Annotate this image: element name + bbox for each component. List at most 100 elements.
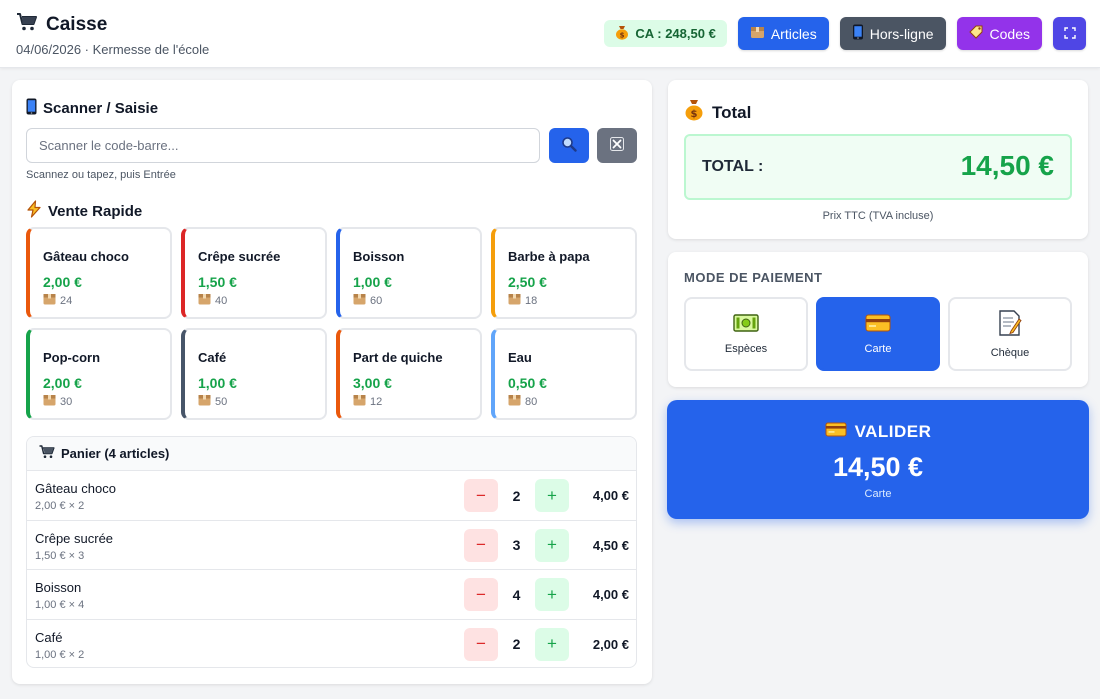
- cart-item-unit: 1,00 € × 2: [35, 648, 85, 661]
- plus-icon: +: [547, 485, 557, 505]
- scanner-heading: Scanner / Saisie: [26, 98, 158, 119]
- item-name: Eau: [508, 350, 532, 365]
- quick-sale-item[interactable]: Part de quiche 3,00 € 12: [336, 328, 482, 420]
- search-icon: [561, 136, 577, 155]
- total-value: 14,50 €: [960, 150, 1054, 181]
- total-label: TOTAL :: [702, 158, 764, 175]
- pay-cheque-label: Chèque: [990, 346, 1030, 359]
- quick-sale-item[interactable]: Eau 0,50 € 80: [491, 328, 637, 420]
- cart-item-qty: 4: [512, 586, 521, 603]
- minus-icon: −: [476, 634, 486, 653]
- quick-sale-item[interactable]: Boisson 1,00 € 60: [336, 227, 482, 319]
- cart-title: Panier (4 articles): [61, 446, 170, 461]
- plus-icon: +: [547, 584, 557, 604]
- minus-icon: −: [476, 535, 486, 554]
- mobile-phone-icon: [852, 24, 864, 43]
- cart-header: Panier (4 articles): [27, 437, 636, 471]
- item-stock-count: 18: [525, 294, 538, 307]
- quick-sale-grid: Gâteau choco 2,00 € 24 Crêpe sucrée 1,50 € 40…: [26, 227, 637, 421]
- cart-item-name: Gâteau choco: [35, 481, 116, 496]
- payment-title: MODE DE PAIEMENT: [684, 270, 823, 285]
- lightning-icon: [26, 200, 42, 222]
- decrease-qty-button[interactable]: −: [464, 528, 498, 562]
- codes-button-label: Codes: [989, 25, 1030, 42]
- validate-button[interactable]: VALIDER 14,50 € Carte: [667, 400, 1089, 519]
- clear-button[interactable]: [597, 128, 637, 163]
- item-stock-count: 40: [215, 294, 228, 307]
- item-stock: 12: [353, 394, 480, 409]
- item-price: 3,00 €: [353, 375, 392, 391]
- plus-icon: +: [547, 535, 557, 554]
- quick-sale-item[interactable]: Pop-corn 2,00 € 30: [26, 328, 172, 420]
- item-stock-count: 50: [215, 395, 228, 408]
- barcode-input[interactable]: [26, 128, 540, 163]
- increase-qty-button[interactable]: +: [535, 627, 569, 661]
- item-price: 0,50 €: [508, 375, 547, 391]
- increase-qty-button[interactable]: +: [535, 528, 569, 562]
- quick-sale-heading: Vente Rapide: [26, 200, 142, 222]
- minus-icon: −: [476, 584, 486, 604]
- cart-item-unit: 2,00 € × 2: [35, 500, 85, 512]
- increase-qty-button[interactable]: +: [535, 479, 569, 512]
- item-stock: 30: [43, 394, 170, 409]
- pay-card-label: Carte: [864, 342, 892, 355]
- cart-item-total: 4,00 €: [592, 587, 629, 602]
- mobile-phone-icon: [26, 98, 37, 119]
- page-subtitle: 04/06/2026 · Kermesse de l'école: [16, 42, 210, 57]
- decrease-qty-button[interactable]: −: [464, 578, 498, 611]
- item-stock: 24: [43, 293, 170, 308]
- validate-label: VALIDER: [854, 422, 932, 441]
- item-stock-count: 24: [60, 294, 73, 307]
- cheque-icon: [998, 309, 1022, 339]
- cart-item-qty: 2: [512, 487, 521, 504]
- money-bag-icon: $: [615, 25, 629, 43]
- total-box: TOTAL : 14,50 €: [684, 134, 1072, 200]
- package-icon: [508, 394, 521, 409]
- item-name: Boisson: [353, 249, 405, 264]
- item-price: 1,00 €: [353, 274, 392, 290]
- increase-qty-button[interactable]: +: [535, 578, 569, 611]
- cart-list: Gâteau choco 2,00 € × 2 − 2 +4,00 € Crêpe suc…: [27, 471, 636, 667]
- codes-button[interactable]: Codes: [956, 17, 1042, 50]
- pay-cash-button[interactable]: Espèces: [684, 297, 808, 371]
- quick-sale-item[interactable]: Barbe à papa 2,50 € 18: [491, 227, 637, 319]
- decrease-qty-button[interactable]: −: [464, 479, 498, 512]
- quick-sale-item[interactable]: Gâteau choco 2,00 € 24: [26, 227, 172, 319]
- page-title: Caisse: [46, 14, 108, 35]
- search-button[interactable]: [549, 128, 589, 163]
- cart-panel: Panier (4 articles) Gâteau choco 2,00 € ×…: [26, 436, 637, 668]
- pay-card-button[interactable]: Carte: [816, 297, 940, 371]
- quick-sale-item[interactable]: Café 1,00 € 50: [181, 328, 327, 420]
- item-name: Part de quiche: [353, 350, 443, 365]
- cart-item-name: Crêpe sucrée: [35, 530, 114, 546]
- item-name: Pop-corn: [43, 350, 101, 365]
- brand: Caisse 04/06/2026 · Kermesse de l'école: [16, 12, 209, 57]
- item-price: 2,50 €: [508, 274, 547, 290]
- cart-item-total: 2,00 €: [592, 636, 629, 652]
- validate-method: Carte: [864, 488, 892, 500]
- fullscreen-button[interactable]: [1053, 17, 1086, 50]
- package-icon: [750, 25, 765, 42]
- package-icon: [198, 394, 211, 409]
- articles-button[interactable]: Articles: [737, 17, 829, 50]
- item-price: 2,00 €: [43, 375, 82, 391]
- item-stock: 50: [198, 394, 325, 409]
- item-stock-count: 30: [60, 395, 73, 408]
- cart-item-qty: 2: [512, 636, 521, 652]
- decrease-qty-button[interactable]: −: [464, 627, 498, 661]
- offline-button[interactable]: Hors-ligne: [839, 17, 946, 50]
- package-icon: [43, 394, 56, 409]
- cart-row: Gâteau choco 2,00 € × 2 − 2 +4,00 €: [27, 471, 636, 521]
- pay-cheque-button[interactable]: Chèque: [948, 297, 1072, 371]
- item-stock: 80: [508, 394, 635, 409]
- item-price: 1,00 €: [198, 375, 237, 391]
- package-icon: [43, 293, 56, 308]
- package-icon: [508, 293, 521, 308]
- item-stock: 60: [353, 293, 480, 308]
- cart-row: Boisson 1,00 € × 4 − 4 +4,00 €: [27, 570, 636, 620]
- cart-row: Crêpe sucrée 1,50 € × 3 − 3 +4,50 €: [27, 521, 636, 570]
- item-stock: 40: [198, 293, 325, 308]
- pay-cash-label: Espèces: [724, 342, 768, 355]
- quick-sale-item[interactable]: Crêpe sucrée 1,50 € 40: [181, 227, 327, 319]
- item-price: 2,00 €: [43, 274, 82, 290]
